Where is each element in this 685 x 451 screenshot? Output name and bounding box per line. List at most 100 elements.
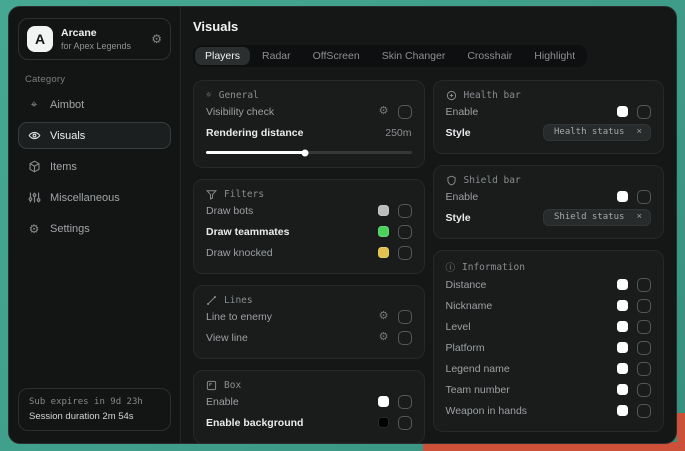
tab-skin-changer[interactable]: Skin Changer bbox=[372, 47, 456, 65]
health-enable-checkbox[interactable] bbox=[637, 105, 651, 119]
row-label: Platform bbox=[446, 342, 485, 354]
crosshair-icon: ⌖ bbox=[27, 97, 41, 112]
row-level: Level bbox=[446, 316, 652, 337]
color-swatch[interactable] bbox=[378, 205, 389, 216]
panel-title: Filters bbox=[224, 189, 264, 200]
tab-offscreen[interactable]: OffScreen bbox=[303, 47, 370, 65]
color-swatch[interactable] bbox=[617, 191, 628, 202]
backdrop-red-edge bbox=[677, 413, 685, 451]
color-swatch[interactable] bbox=[617, 363, 628, 374]
row-label: Draw knocked bbox=[206, 247, 273, 259]
slider-thumb[interactable] bbox=[301, 149, 308, 156]
tab-players[interactable]: Players bbox=[195, 47, 250, 65]
row-distance: Distance bbox=[446, 274, 652, 295]
box-icon bbox=[206, 380, 217, 391]
sidebar-item-miscellaneous[interactable]: Miscellaneous bbox=[18, 184, 171, 211]
draw-knocked-checkbox[interactable] bbox=[398, 246, 412, 260]
row-label: Enable bbox=[446, 191, 479, 203]
session-duration-text: Session duration 2m 54s bbox=[29, 411, 160, 422]
sidebar-item-aimbot[interactable]: ⌖ Aimbot bbox=[18, 91, 171, 118]
row-label: Enable bbox=[446, 106, 479, 118]
gear-icon: ⚙ bbox=[27, 222, 41, 236]
row-draw-teammates: Draw teammates bbox=[206, 221, 412, 242]
color-swatch[interactable] bbox=[378, 226, 389, 237]
close-icon[interactable]: × bbox=[636, 212, 642, 222]
line-to-enemy-checkbox[interactable] bbox=[398, 310, 412, 324]
health-icon bbox=[446, 90, 457, 101]
tab-crosshair[interactable]: Crosshair bbox=[457, 47, 522, 65]
sidebar-item-label: Settings bbox=[50, 223, 90, 235]
draw-teammates-checkbox[interactable] bbox=[398, 225, 412, 239]
color-swatch[interactable] bbox=[617, 384, 628, 395]
row-legend-name: Legend name bbox=[446, 358, 652, 379]
distance-checkbox[interactable] bbox=[637, 278, 651, 292]
shield-icon bbox=[446, 175, 457, 186]
row-label: Level bbox=[446, 321, 471, 333]
left-column: ☼ General Visibility check ⚙ Rendering d… bbox=[193, 80, 425, 443]
weapon-in-hands-checkbox[interactable] bbox=[637, 404, 651, 418]
main-content: Visuals Players Radar OffScreen Skin Cha… bbox=[181, 7, 676, 443]
row-box-enable: Enable bbox=[206, 391, 412, 412]
color-swatch[interactable] bbox=[617, 106, 628, 117]
row-view-line: View line ⚙ bbox=[206, 327, 412, 348]
row-visibility-check: Visibility check ⚙ bbox=[206, 101, 412, 122]
color-swatch[interactable] bbox=[378, 247, 389, 258]
keybind-gear-icon[interactable]: ⚙ bbox=[379, 311, 389, 322]
row-label: Style bbox=[446, 212, 471, 224]
color-swatch[interactable] bbox=[378, 417, 389, 428]
row-platform: Platform bbox=[446, 337, 652, 358]
draw-bots-checkbox[interactable] bbox=[398, 204, 412, 218]
keybind-gear-icon[interactable]: ⚙ bbox=[379, 106, 389, 117]
panel-general: ☼ General Visibility check ⚙ Rendering d… bbox=[193, 80, 425, 168]
app-title-block: Arcane for Apex Legends bbox=[61, 27, 143, 51]
box-enable-background-checkbox[interactable] bbox=[398, 416, 412, 430]
row-label: Style bbox=[446, 127, 471, 139]
color-swatch[interactable] bbox=[617, 321, 628, 332]
team-number-checkbox[interactable] bbox=[637, 383, 651, 397]
row-nickname: Nickname bbox=[446, 295, 652, 316]
tab-highlight[interactable]: Highlight bbox=[524, 47, 585, 65]
line-icon bbox=[206, 295, 217, 306]
visibility-check-checkbox[interactable] bbox=[398, 105, 412, 119]
sub-expiry-text: Sub expires in 9d 23h bbox=[29, 397, 160, 407]
platform-checkbox[interactable] bbox=[637, 341, 651, 355]
cheat-menu-window: A Arcane for Apex Legends ⚙ Category ⌖ A… bbox=[8, 6, 677, 444]
desktop-backdrop: A Arcane for Apex Legends ⚙ Category ⌖ A… bbox=[0, 0, 685, 451]
panel-title: Box bbox=[224, 380, 241, 391]
info-icon: ⓘ bbox=[446, 260, 456, 274]
keybind-gear-icon[interactable]: ⚙ bbox=[379, 332, 389, 343]
row-label: Rendering distance bbox=[206, 127, 303, 139]
row-weapon-in-hands: Weapon in hands bbox=[446, 400, 652, 421]
rendering-distance-slider[interactable] bbox=[206, 151, 412, 154]
row-label: Line to enemy bbox=[206, 311, 272, 323]
panel-title: Health bar bbox=[464, 90, 521, 101]
view-line-checkbox[interactable] bbox=[398, 331, 412, 345]
shield-style-select[interactable]: Shield status × bbox=[543, 209, 651, 226]
level-checkbox[interactable] bbox=[637, 320, 651, 334]
color-swatch[interactable] bbox=[378, 396, 389, 407]
app-header-card: A Arcane for Apex Legends ⚙ bbox=[18, 18, 171, 60]
row-label: View line bbox=[206, 332, 248, 344]
nickname-checkbox[interactable] bbox=[637, 299, 651, 313]
panel-title: Information bbox=[462, 262, 525, 273]
color-swatch[interactable] bbox=[617, 342, 628, 353]
sidebar-item-items[interactable]: Items bbox=[18, 153, 171, 180]
box-enable-checkbox[interactable] bbox=[398, 395, 412, 409]
subscription-card: Sub expires in 9d 23h Session duration 2… bbox=[18, 388, 171, 431]
legend-name-checkbox[interactable] bbox=[637, 362, 651, 376]
shield-enable-checkbox[interactable] bbox=[637, 190, 651, 204]
sidebar-item-visuals[interactable]: Visuals bbox=[18, 122, 171, 149]
sidebar: A Arcane for Apex Legends ⚙ Category ⌖ A… bbox=[9, 7, 181, 443]
color-swatch[interactable] bbox=[617, 300, 628, 311]
close-icon[interactable]: × bbox=[636, 127, 642, 137]
sidebar-item-settings[interactable]: ⚙ Settings bbox=[18, 215, 171, 242]
tab-radar[interactable]: Radar bbox=[252, 47, 301, 65]
sliders-icon bbox=[27, 191, 41, 204]
row-health-enable: Enable bbox=[446, 101, 652, 122]
settings-gear-icon[interactable]: ⚙ bbox=[151, 32, 162, 46]
row-line-to-enemy: Line to enemy ⚙ bbox=[206, 306, 412, 327]
color-swatch[interactable] bbox=[617, 279, 628, 290]
panel-box: Box Enable Enable background bbox=[193, 370, 425, 443]
color-swatch[interactable] bbox=[617, 405, 628, 416]
health-style-select[interactable]: Health status × bbox=[543, 124, 651, 141]
